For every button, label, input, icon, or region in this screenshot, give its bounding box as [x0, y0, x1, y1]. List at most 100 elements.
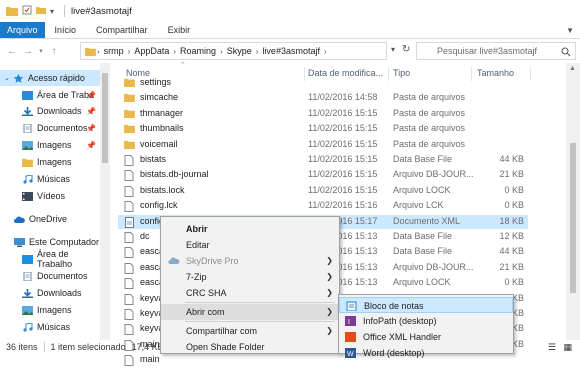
download-icon: [22, 288, 33, 298]
address-bar[interactable]: › srmp › AppData › Roaming › Skype › liv…: [80, 42, 387, 60]
file-type: Data Base File: [393, 246, 453, 257]
table-row[interactable]: simcache 11/02/2016 14:58 Pasta de arquivo…: [118, 91, 528, 105]
list-scrollbar[interactable]: ▲: [566, 63, 580, 340]
nav-item-documents[interactable]: Documentos 📌: [0, 120, 100, 136]
nav-item-onedrive[interactable]: OneDrive: [0, 211, 100, 227]
pin-icon: 📌: [86, 90, 96, 100]
nav-item-music[interactable]: Músicas: [0, 171, 100, 187]
breadcrumb-appdata[interactable]: AppData: [134, 46, 169, 56]
menu-separator: [185, 321, 335, 322]
table-row[interactable]: thumbnails 11/02/2016 15:15 Pasta de arqui…: [118, 122, 528, 136]
nav-item-pc-desktop[interactable]: Área de Trabalho: [0, 249, 100, 269]
submenu-arrow-icon: ❯: [326, 272, 333, 281]
table-row[interactable]: bistats.db-journal 11/02/2016 15:15 Arquiv…: [118, 168, 528, 182]
expand-ribbon-icon[interactable]: ▼: [566, 26, 574, 35]
table-row[interactable]: config.lck 11/02/2016 15:16 Arquivo LCK 0 K…: [118, 199, 528, 213]
nav-item-pc-documents[interactable]: Documentos: [0, 268, 100, 284]
up-icon[interactable]: ↑: [46, 46, 62, 57]
nav-label: Área de Trabalho: [37, 249, 73, 269]
computer-icon: [14, 237, 25, 247]
open-with-submenu: Bloco de notas I InfoPath (desktop) Offi…: [338, 294, 514, 358]
file-icon: [124, 155, 135, 166]
file-size: 12 KB: [499, 231, 524, 241]
nav-scrollbar[interactable]: [100, 63, 110, 340]
search-input[interactable]: Pesquisar live#3asmotajf: [416, 42, 576, 60]
submenu-label: InfoPath (desktop): [363, 316, 437, 326]
nav-item-images-folder[interactable]: Imagens: [0, 154, 100, 170]
file-name: thumbnails: [140, 123, 184, 134]
address-history-icon[interactable]: ▾: [391, 45, 395, 54]
menu-item-open[interactable]: Abrir: [161, 221, 339, 237]
breadcrumb-skype[interactable]: Skype: [227, 46, 252, 56]
table-row[interactable]: settings: [118, 76, 528, 90]
large-icons-view-icon[interactable]: ▦: [563, 342, 572, 353]
menu-label: Open Shade Folder: [186, 342, 265, 352]
file-type: Pasta de arquivos: [393, 92, 466, 103]
nav-item-this-pc[interactable]: Este Computador: [0, 234, 100, 250]
menu-item-open-shade-folder[interactable]: Open Shade Folder: [161, 339, 339, 355]
documents-icon: [23, 271, 32, 281]
nav-item-pc-downloads[interactable]: Downloads: [0, 285, 100, 301]
file-type: Arquivo LCK: [393, 200, 444, 211]
file-size: 21 KB: [499, 261, 524, 272]
scroll-up-icon[interactable]: ▲: [569, 65, 576, 72]
shade-icon: [169, 342, 174, 352]
folder-icon: [124, 140, 135, 149]
folder-icon: [6, 7, 18, 16]
forward-icon[interactable]: →: [20, 46, 36, 57]
nav-item-pc-music[interactable]: Músicas: [0, 319, 100, 335]
nav-scrollbar-thumb[interactable]: [102, 73, 108, 163]
open-with-infopath[interactable]: I InfoPath (desktop): [339, 313, 513, 329]
back-icon[interactable]: ←: [4, 46, 20, 57]
file-type: Data Base File: [393, 154, 453, 164]
ribbon-right: ▼: [566, 22, 580, 38]
file-name: dc: [140, 231, 150, 241]
file-name: main: [140, 354, 160, 365]
file-icon: [124, 278, 135, 290]
menu-item-crc-sha[interactable]: CRC SHA ❯: [161, 285, 339, 301]
status-divider: [43, 342, 45, 352]
open-with-notepad[interactable]: Bloco de notas: [339, 297, 513, 313]
properties-icon[interactable]: [22, 5, 32, 17]
menu-item-7zip[interactable]: 7-Zip ❯: [161, 269, 339, 285]
details-view-icon[interactable]: ☰: [548, 342, 556, 353]
nav-item-pictures[interactable]: Imagens 📌: [0, 137, 100, 153]
file-name: voicemail: [140, 138, 178, 149]
list-scrollbar-thumb[interactable]: [570, 143, 576, 293]
breadcrumb-roaming[interactable]: Roaming: [180, 46, 216, 56]
nav-item-downloads[interactable]: Downloads 📌: [0, 103, 100, 119]
breadcrumb-live[interactable]: live#3asmotajf: [262, 46, 320, 56]
nav-item-pc-pictures[interactable]: Imagens: [0, 302, 100, 318]
refresh-icon[interactable]: ↻: [402, 44, 410, 55]
submenu-arrow-icon: ❯: [326, 307, 333, 316]
column-divider[interactable]: [530, 67, 531, 81]
tab-share[interactable]: Compartilhar: [86, 22, 158, 38]
tab-home[interactable]: Início: [45, 22, 87, 38]
recent-locations-icon[interactable]: ▾: [36, 47, 46, 55]
table-row[interactable]: bistats 11/02/2016 15:15 Data Base File 44 …: [118, 153, 528, 167]
customize-dropdown-icon[interactable]: ▾: [50, 7, 54, 16]
breadcrumb-srmp[interactable]: srmp: [104, 46, 124, 56]
file-icon: [124, 170, 135, 182]
new-folder-icon[interactable]: [36, 5, 46, 17]
nav-item-quick-access[interactable]: ⌄ Acesso rápido: [0, 70, 100, 86]
open-with-word[interactable]: W Word (desktop): [339, 345, 513, 361]
menu-item-edit[interactable]: Editar: [161, 237, 339, 253]
expand-icon[interactable]: ⌄: [4, 74, 10, 82]
table-row[interactable]: thmanager 11/02/2016 15:15 Pasta de arquiv…: [118, 107, 528, 121]
table-row[interactable]: bistats.lock 11/02/2016 15:15 Arquivo LOCK…: [118, 184, 528, 198]
item-count: 36 itens: [6, 342, 38, 352]
table-row[interactable]: voicemail 11/02/2016 15:15 Pasta de arquiv…: [118, 138, 528, 152]
menu-item-open-with[interactable]: Abrir com ❯: [161, 304, 339, 320]
menu-item-skydrive-pro[interactable]: SkyDrive Pro ❯: [161, 253, 339, 269]
menu-label: 7-Zip: [186, 272, 207, 282]
open-with-office-xml[interactable]: Office XML Handler: [339, 329, 513, 345]
file-icon: [124, 185, 135, 197]
navigation-pane: ⌄ Acesso rápido Área de Traba 📌 Download…: [0, 63, 110, 340]
tab-file[interactable]: Arquivo: [0, 22, 45, 38]
menu-item-share-with[interactable]: Compartilhar com ❯: [161, 323, 339, 339]
tab-view[interactable]: Exibir: [158, 22, 201, 38]
chevron-right-icon: ›: [220, 46, 223, 56]
nav-item-videos[interactable]: Vídeos: [0, 188, 100, 204]
nav-item-desktop[interactable]: Área de Traba 📌: [0, 87, 100, 103]
